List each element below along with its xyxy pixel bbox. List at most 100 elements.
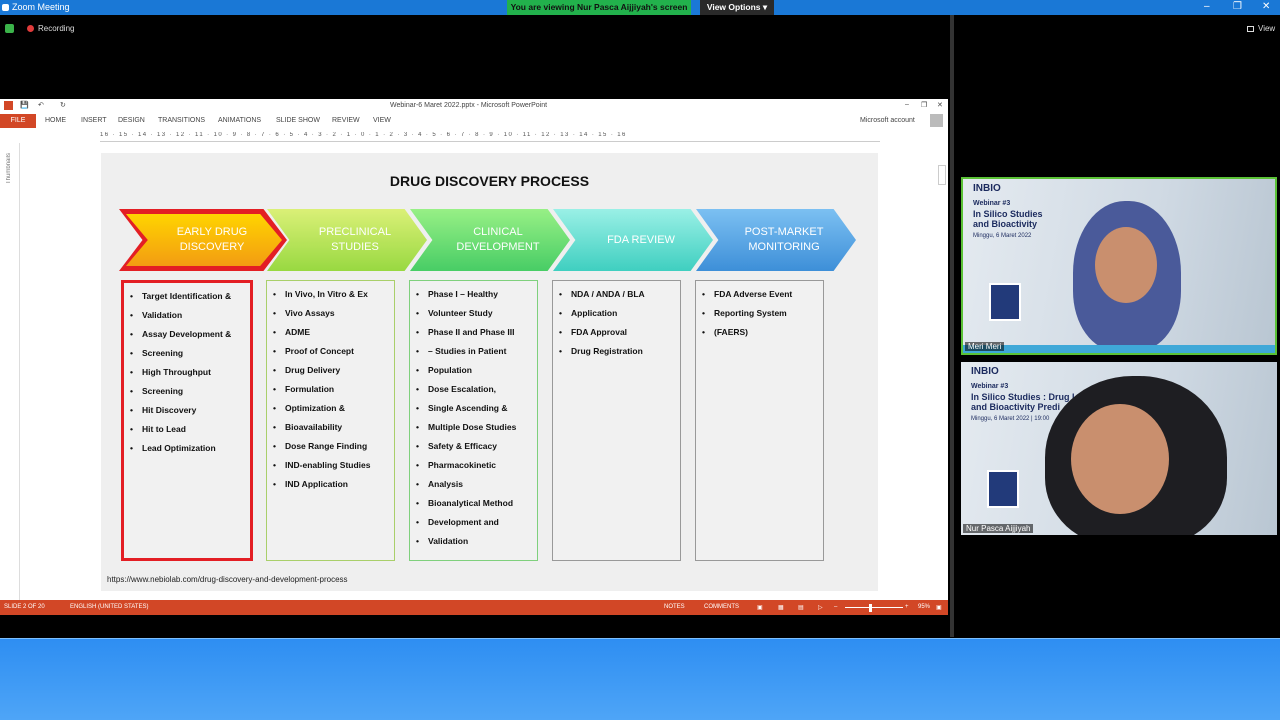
zoom-app-icon [2,4,9,11]
stage-box-early-drug-discovery: Target Identification & Validation Assay… [121,280,253,561]
tab-file[interactable]: FILE [0,114,36,128]
redo-icon[interactable]: ↻ [60,101,66,109]
list-item: Screening [130,382,246,401]
list-item: IND-enabling Studies [273,456,390,475]
stage-clinical-development: CLINICAL DEVELOPMENT [410,209,570,271]
participant-face [1071,404,1169,514]
panel-divider[interactable] [950,15,954,637]
list-item: Vivo Assays [273,304,390,323]
webinar-topic: In Silico Studies [973,209,1043,219]
list-item: Hit to Lead [130,420,246,439]
list-item: Screening [130,344,246,363]
speaker-poster [987,470,1019,508]
ppt-close-icon[interactable]: ✕ [937,101,943,109]
reading-view-icon[interactable]: ▤ [798,604,804,611]
list-item: High Throughput [130,363,246,382]
slide-title: DRUG DISCOVERY PROCESS [389,173,590,189]
participant-name: Nur Pasca Aijjiyah [963,524,1034,533]
video-tile-meri[interactable]: INBIO Webinar #3 In Silico Studies and B… [961,177,1277,355]
list-item: Volunteer Study [416,304,533,323]
list-item: Reporting System [702,304,819,323]
stage-early-drug-discovery: EARLY DRUG DISCOVERY [126,214,282,266]
slide-sorter-icon[interactable]: ▦ [778,604,784,611]
participant-name: Meri Meri [965,342,1005,351]
powerpoint-window: 💾 ↶ ↻ Webinar-6 Maret 2022.pptx - Micros… [0,99,948,615]
stage-label: STUDIES [331,241,379,253]
list-item: Multiple Dose Studies [416,418,533,437]
view-options-button[interactable]: View Options ▾ [700,0,774,15]
list-item: Single Ascending & [416,399,533,418]
ppt-minimize-icon[interactable]: – [905,101,909,108]
tab-slide-show[interactable]: SLIDE SHOW [276,117,320,124]
zoom-slider-thumb[interactable] [869,604,872,612]
stage-fda-review: FDA REVIEW [553,209,713,271]
zoom-out-icon[interactable]: – [834,604,837,610]
close-icon[interactable]: ✕ [1262,1,1270,12]
avatar[interactable] [930,114,943,127]
tab-transitions[interactable]: TRANSITIONS [158,117,205,124]
list-item: FDA Adverse Event [702,285,819,304]
horizontal-ruler: 16 · 15 · 14 · 13 · 12 · 11 · 10 · 9 · 8… [100,132,880,142]
participant-face [1095,227,1157,303]
tab-home[interactable]: HOME [45,117,66,124]
stage-label: POST-MARKET [744,226,824,238]
comments-button[interactable]: COMMENTS [704,604,739,610]
recording-label: Recording [38,24,75,33]
webinar-brand: INBIO [973,183,1001,194]
stage-label: DISCOVERY [179,241,245,253]
restore-icon[interactable]: ❐ [1233,1,1242,12]
source-url: https://www.nebiolab.com/drug-discovery-… [107,575,348,584]
list-item: Drug Delivery [273,361,390,380]
language-indicator[interactable]: ENGLISH (UNITED STATES) [70,604,148,610]
list-item: Dose Range Finding [273,437,390,456]
list-item: Drug Registration [559,342,676,361]
save-icon[interactable]: 💾 [20,101,29,109]
list-item: Phase II and Phase III [416,323,533,342]
slide-canvas[interactable]: DRUG DISCOVERY PROCESS EARLY DRUG DISCOVE… [101,153,878,591]
list-item: Development and [416,513,533,532]
webinar-date: Minggu, 6 Maret 2022 | 19:00 [971,416,1050,422]
tab-animations[interactable]: ANIMATIONS [218,117,261,124]
webinar-topic: In Silico Studies : Drug L [971,392,1078,402]
ppt-title-bar: 💾 ↶ ↻ Webinar-6 Maret 2022.pptx - Micros… [0,99,948,113]
zoom-bottom-bar [0,638,1280,720]
list-item: Safety & Efficacy [416,437,533,456]
tab-review[interactable]: REVIEW [332,117,360,124]
video-tile-nur[interactable]: INBIO Webinar #3 In Silico Studies : Dru… [961,362,1277,535]
list-item: Phase I – Healthy [416,285,533,304]
zoom-in-icon[interactable]: + [905,604,909,610]
recording-icon [27,25,34,32]
slideshow-icon[interactable]: ▷ [818,604,823,611]
banner-strip [963,345,1275,353]
zoom-slider[interactable] [845,607,903,608]
minimize-icon[interactable]: – [1204,1,1210,12]
list-item: Bioanalytical Method [416,494,533,513]
notes-button[interactable]: NOTES [664,604,685,610]
viewing-banner: You are viewing Nur Pasca Aijjiyah's scr… [507,0,691,15]
vertical-scrollbar[interactable] [938,165,946,185]
stage-label: CLINICAL [473,226,523,238]
stage-label: PRECLINICAL [318,226,392,238]
shield-icon [5,24,14,33]
undo-icon[interactable]: ↶ [38,101,44,109]
tab-view[interactable]: VIEW [373,117,391,124]
window-title: Zoom Meeting [12,2,70,12]
zoom-level[interactable]: 95% [918,604,930,610]
list-item: Hit Discovery [130,401,246,420]
slide-counter: SLIDE 2 OF 20 [4,604,45,610]
view-icon [1247,26,1254,32]
account-menu[interactable]: Microsoft account [860,117,915,124]
list-item: Dose Escalation, [416,380,533,399]
list-item: Validation [130,306,246,325]
fit-slide-icon[interactable]: ▣ [936,604,942,611]
thumbnails-pane[interactable]: Thumbnails [0,143,20,603]
list-item: Lead Optimization [130,439,246,458]
list-item: Population [416,361,533,380]
normal-view-icon[interactable]: ▣ [757,604,763,611]
list-item: NDA / ANDA / BLA [559,285,676,304]
tab-design[interactable]: DESIGN [118,117,145,124]
tab-insert[interactable]: INSERT [81,117,107,124]
view-button[interactable]: View [1258,24,1275,33]
ppt-restore-icon[interactable]: ❐ [921,101,927,109]
webinar-number: Webinar #3 [973,200,1011,207]
